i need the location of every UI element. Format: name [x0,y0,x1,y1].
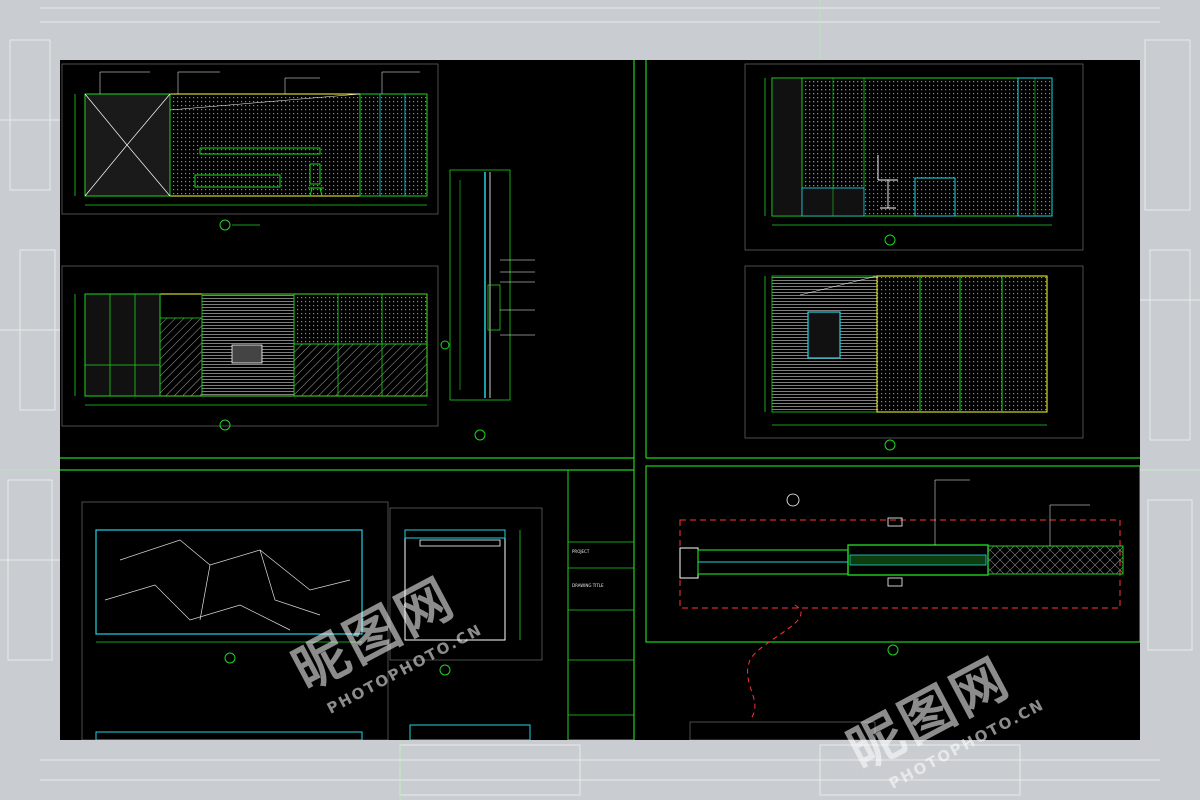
section-marker-icon [219,219,231,231]
section-marker-icon [884,439,896,451]
project-label: PROJECT [572,549,590,554]
stone-panel-elevation [81,501,389,740]
cad-drawing-sheet: PROJECT DRAWING TITLE [60,60,1140,740]
section-marker-icon [884,234,896,246]
niche-detail [389,507,543,740]
drawing-title-label: DRAWING TITLE [572,583,604,588]
section-marker-icon [786,493,800,507]
section-marker-icon [887,644,899,656]
section-marker-icon [224,652,236,664]
section-marker-icon [439,664,451,676]
plan-section-detail [679,479,1124,740]
section-marker-icon [219,419,231,431]
wall-section-detail [449,169,535,441]
elevation-b [61,265,450,431]
elevation-d [744,265,1084,451]
section-marker-icon [474,429,486,441]
stone-vein-pattern-icon [104,539,351,631]
section-marker-icon [440,340,450,350]
elevation-c [744,63,1084,251]
title-block-text: PROJECT DRAWING TITLE [568,472,634,740]
elevation-a [61,63,439,231]
